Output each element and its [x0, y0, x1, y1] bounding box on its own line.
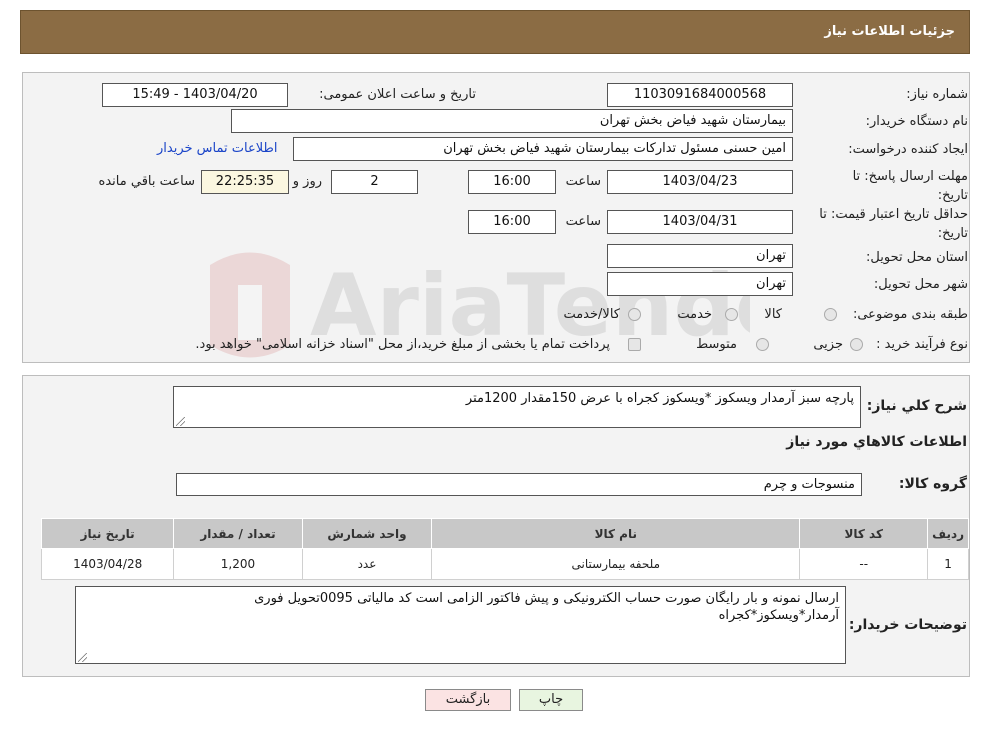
purchase-minor-label: جزیی — [813, 337, 843, 352]
reply-time-label: ساعت — [565, 174, 601, 189]
resize-grip-icon[interactable] — [176, 417, 185, 426]
general-description-text: پارچه سبز آرمدار ویسکوز *ویسکوز کجراه با… — [465, 391, 854, 406]
subject-category-label: طبقه بندی موضوعی: — [852, 307, 968, 322]
purchase-medium-radio[interactable] — [756, 338, 769, 351]
cell-unit: عدد — [301, 548, 433, 580]
goods-group-field: منسوجات و چرم — [176, 473, 862, 496]
column-need-date: تاريخ نياز — [40, 518, 175, 549]
goods-table: رديف کد کالا نام کالا واحد شمارش تعداد /… — [40, 518, 969, 580]
buyer-org-field: بیمارستان شهید فیاض بخش تهران — [231, 109, 793, 133]
page-header: جزئیات اطلاعات نیاز — [20, 10, 970, 54]
price-validity-time-label: ساعت — [565, 214, 601, 229]
reply-date-field: 1403/04/23 — [607, 170, 793, 194]
buyer-notes-label: توضیحات خریدار: — [848, 617, 967, 633]
category-goods-radio[interactable] — [824, 308, 837, 321]
general-description-label: شرح کلي نياز: — [866, 398, 967, 414]
page-title: جزئیات اطلاعات نیاز — [824, 24, 955, 39]
delivery-province-label: استان محل تحویل: — [866, 250, 968, 265]
delivery-province-field: تهران — [607, 244, 793, 268]
treasury-payment-note: پرداخت تمام یا بخشی از مبلغ خرید،از محل … — [195, 337, 610, 352]
announce-datetime-label: تاریخ و ساعت اعلان عمومی: — [319, 87, 476, 102]
purchase-type-label: نوع فرآیند خرید : — [876, 337, 968, 352]
column-goods-code: کد کالا — [799, 518, 929, 549]
category-goods-service-radio[interactable] — [628, 308, 641, 321]
cell-row-number: 1 — [927, 548, 969, 580]
remaining-time-field: 22:25:35 — [201, 170, 289, 194]
cell-need-date: 1403/04/28 — [40, 548, 175, 580]
cell-goods-code: -- — [799, 548, 929, 580]
remaining-time-label: ساعت باقي مانده — [98, 174, 195, 189]
delivery-city-label: شهر محل تحویل: — [873, 277, 968, 292]
reply-deadline-label: مهلت ارسال پاسخ: تا تاریخ: — [852, 169, 968, 203]
goods-table-wrapper: رديف کد کالا نام کالا واحد شمارش تعداد /… — [39, 518, 969, 580]
price-validity-time-field: 16:00 — [468, 210, 556, 234]
purchase-medium-label: متوسط — [696, 337, 737, 352]
goods-group-label: گروه کالا: — [898, 476, 967, 492]
need-number-label: شماره نیاز: — [906, 87, 968, 102]
table-row: 1 -- ملحفه بیمارستانی عدد 1,200 1403/04/… — [40, 548, 969, 580]
category-service-radio[interactable] — [725, 308, 738, 321]
column-unit: واحد شمارش — [301, 518, 433, 549]
days-remaining-field: 2 — [331, 170, 418, 194]
days-label: روز و — [292, 174, 322, 189]
buyer-org-label: نام دستگاه خریدار: — [865, 114, 968, 129]
requester-label: ایجاد کننده درخواست: — [848, 142, 968, 157]
treasury-payment-checkbox[interactable] — [628, 338, 641, 351]
goods-table-header: رديف کد کالا نام کالا واحد شمارش تعداد /… — [40, 518, 969, 549]
cell-quantity: 1,200 — [173, 548, 303, 580]
price-validity-date-field: 1403/04/31 — [607, 210, 793, 234]
general-description-field[interactable]: پارچه سبز آرمدار ویسکوز *ویسکوز کجراه با… — [173, 386, 861, 428]
requester-field: امین حسنی مسئول تدارکات بیمارستان شهید ف… — [293, 137, 793, 161]
buyer-notes-field[interactable]: ارسال نمونه و بار رایگان صورت حساب الکتر… — [75, 586, 846, 664]
resize-grip-icon[interactable] — [78, 653, 87, 662]
back-button[interactable]: بازگشت — [425, 689, 511, 711]
buyer-notes-line-1: ارسال نمونه و بار رایگان صورت حساب الکتر… — [254, 591, 839, 606]
category-goods-service-label: کالا/خدمت — [563, 307, 620, 322]
buyer-contact-link[interactable]: اطلاعات تماس خریدار — [157, 141, 277, 156]
reply-time-field: 16:00 — [468, 170, 556, 194]
buyer-notes-line-2: آرمدار*ویسکوز*کجراه — [718, 608, 839, 623]
category-service-label: خدمت — [677, 307, 712, 322]
price-validity-label: حداقل تاریخ اعتبار قیمت: تا تاریخ: — [819, 207, 968, 241]
column-row-number: رديف — [927, 518, 969, 549]
need-number-field: 1103091684000568 — [607, 83, 793, 107]
column-goods-name: نام کالا — [431, 518, 801, 549]
purchase-minor-radio[interactable] — [850, 338, 863, 351]
goods-section-title: اطلاعات کالاهاي مورد نياز — [786, 434, 967, 450]
cell-goods-name: ملحفه بیمارستانی — [431, 548, 801, 580]
category-goods-label: کالا — [764, 307, 782, 322]
announce-datetime-field: 1403/04/20 - 15:49 — [102, 83, 288, 107]
print-button[interactable]: چاپ — [519, 689, 583, 711]
column-quantity: تعداد / مقدار — [173, 518, 303, 549]
delivery-city-field: تهران — [607, 272, 793, 296]
